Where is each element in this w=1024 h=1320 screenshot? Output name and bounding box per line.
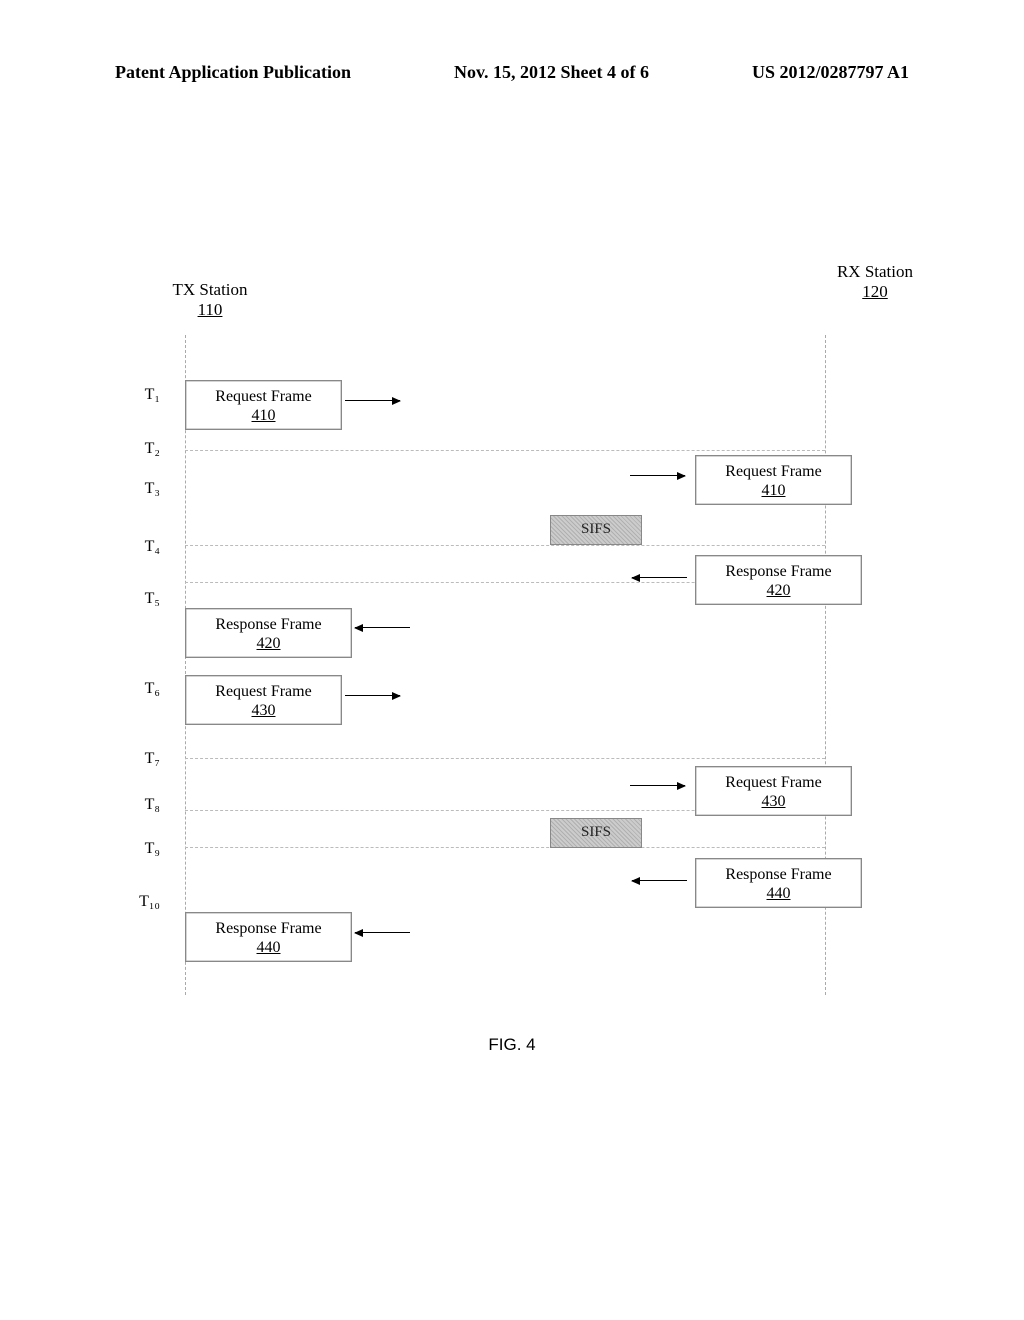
frame-ref: 440 — [186, 938, 351, 957]
header-center: Nov. 15, 2012 Sheet 4 of 6 — [454, 62, 649, 83]
sifs-interval-1: SIFS — [550, 515, 642, 545]
page-header: Patent Application Publication Nov. 15, … — [0, 62, 1024, 83]
tx-station-name: TX Station — [155, 280, 265, 300]
frame-ref: 410 — [696, 481, 851, 500]
frame-ref: 410 — [186, 406, 341, 425]
tx-response-frame-440: Response Frame 440 — [185, 912, 352, 962]
time-label-t3: T₃ — [120, 480, 160, 498]
time-label-t9: T₉ — [120, 840, 160, 858]
frame-ref: 420 — [696, 581, 861, 600]
time-label-t10: T₁₀ — [120, 893, 160, 911]
header-right: US 2012/0287797 A1 — [752, 62, 909, 83]
tx-station-ref: 110 — [155, 300, 265, 320]
rx-request-frame-410: Request Frame 410 — [695, 455, 852, 505]
time-label-t2: T₂ — [120, 440, 160, 458]
arrow-icon — [345, 400, 400, 401]
time-label-t5: T₅ — [120, 590, 160, 608]
arrow-icon — [345, 695, 400, 696]
arrow-icon — [630, 785, 685, 786]
time-label-t4: T₄ — [120, 538, 160, 556]
frame-label: Response Frame — [186, 919, 351, 938]
frame-label: Response Frame — [696, 562, 861, 581]
header-left: Patent Application Publication — [115, 62, 351, 83]
arrow-icon — [355, 627, 410, 628]
rx-station-label: RX Station 120 — [820, 262, 930, 302]
tx-timeline — [185, 335, 186, 995]
rx-station-name: RX Station — [820, 262, 930, 282]
rx-response-frame-440: Response Frame 440 — [695, 858, 862, 908]
rx-station-ref: 120 — [820, 282, 930, 302]
tx-station-label: TX Station 110 — [155, 280, 265, 320]
tx-request-frame-430: Request Frame 430 — [185, 675, 342, 725]
arrow-icon — [355, 932, 410, 933]
sifs-interval-2: SIFS — [550, 818, 642, 848]
rx-response-frame-420: Response Frame 420 — [695, 555, 862, 605]
frame-ref: 440 — [696, 884, 861, 903]
arrow-icon — [632, 880, 687, 881]
time-label-t8: T₈ — [120, 796, 160, 814]
frame-ref: 430 — [186, 701, 341, 720]
frame-label: Request Frame — [186, 387, 341, 406]
time-label-t7: T₇ — [120, 750, 160, 768]
frame-label: Request Frame — [696, 462, 851, 481]
figure-caption: FIG. 4 — [0, 1035, 1024, 1055]
frame-ref: 430 — [696, 792, 851, 811]
frame-ref: 420 — [186, 634, 351, 653]
frame-label: Request Frame — [186, 682, 341, 701]
sequence-diagram: TX Station 110 RX Station 120 T₁ T₂ T₃ T… — [120, 280, 880, 1000]
frame-label: Request Frame — [696, 773, 851, 792]
frame-label: Response Frame — [696, 865, 861, 884]
tx-request-frame-410: Request Frame 410 — [185, 380, 342, 430]
arrow-icon — [630, 475, 685, 476]
rx-request-frame-430: Request Frame 430 — [695, 766, 852, 816]
tx-response-frame-420: Response Frame 420 — [185, 608, 352, 658]
time-label-t1: T₁ — [120, 386, 160, 404]
frame-label: Response Frame — [186, 615, 351, 634]
time-label-t6: T₆ — [120, 680, 160, 698]
arrow-icon — [632, 577, 687, 578]
